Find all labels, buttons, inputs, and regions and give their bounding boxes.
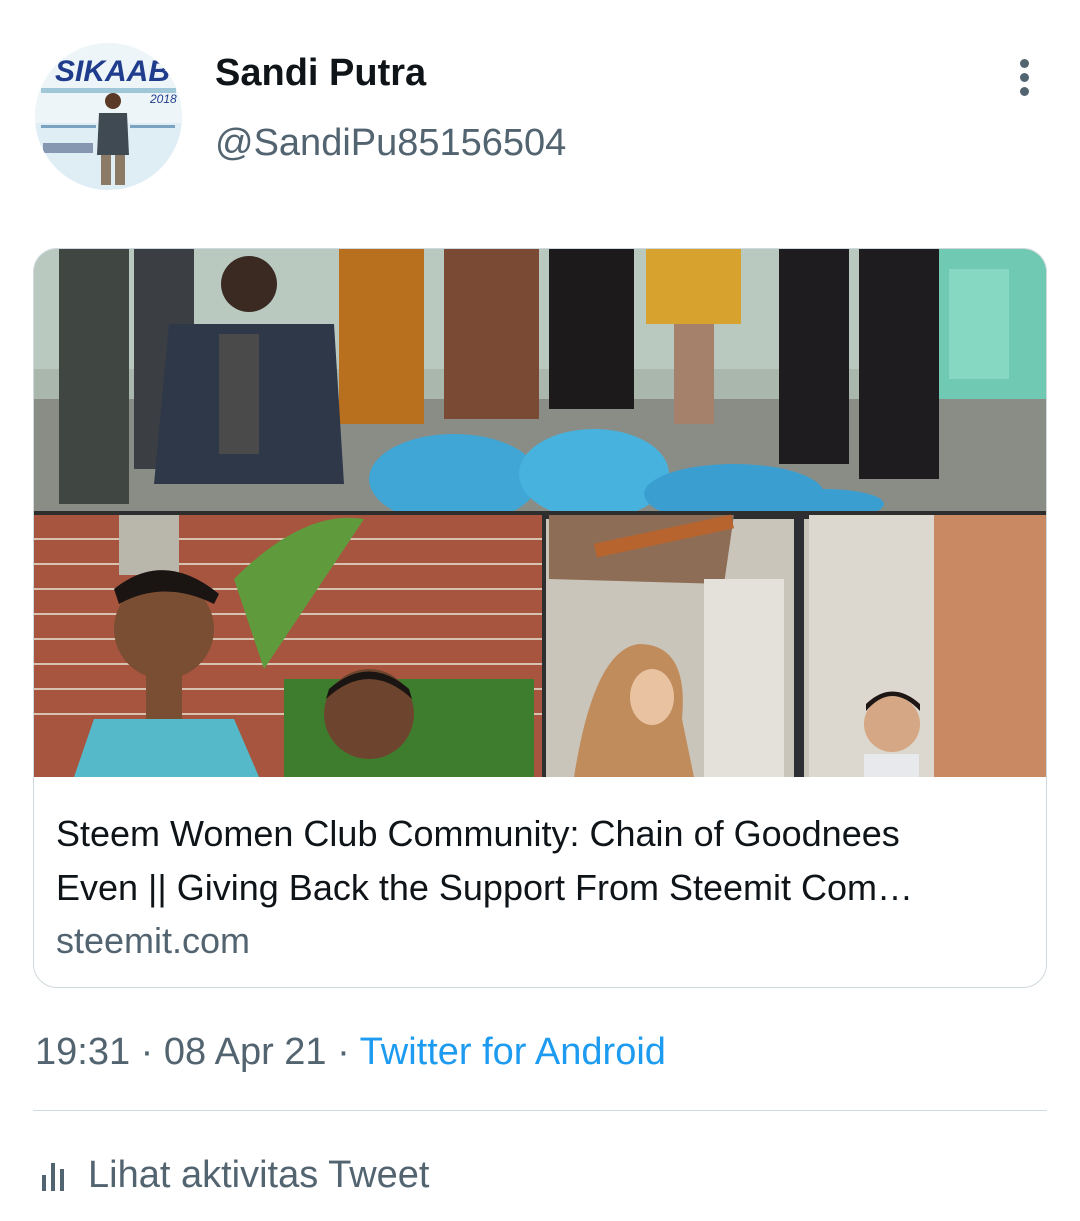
title-line-1: Steem Women Club Community: Chain of Goo… <box>56 813 900 854</box>
divider <box>33 1110 1047 1111</box>
profile-photo: SIKAAB 2018 <box>35 43 182 190</box>
bar-chart-icon <box>42 1163 64 1191</box>
avatar-year-text: 2018 <box>149 92 177 106</box>
link-preview-domain: steemit.com <box>56 920 251 961</box>
meta-separator: · <box>140 1031 154 1073</box>
tweet-date[interactable]: 08 Apr 21 <box>164 1031 327 1073</box>
avatar-banner-text: SIKAAB <box>55 55 170 88</box>
avatar[interactable]: SIKAAB 2018 <box>35 43 182 190</box>
title-line-2: Even || Giving Back the Support From Ste… <box>56 867 914 908</box>
meta-separator: · <box>337 1031 350 1073</box>
user-handle[interactable]: @SandiPu85156504 <box>215 122 566 165</box>
activity-label: Lihat aktivitas Tweet <box>88 1153 430 1196</box>
link-preview-title: Steem Women Club Community: Chain of Goo… <box>56 807 1031 915</box>
tweet-source-link[interactable]: Twitter for Android <box>360 1031 666 1073</box>
link-preview-image <box>34 249 1046 777</box>
tweet-activity-button[interactable]: Lihat aktivitas Tweet <box>38 1150 429 1200</box>
tweet-meta: 19:31 · 08 Apr 21 · Twitter for Android <box>35 1031 666 1074</box>
link-preview-card[interactable]: Steem Women Club Community: Chain of Goo… <box>33 248 1047 988</box>
tweet-time[interactable]: 19:31 <box>35 1031 130 1073</box>
vertical-ellipsis-icon[interactable] <box>1005 55 1045 100</box>
display-name[interactable]: Sandi Putra <box>215 52 426 95</box>
